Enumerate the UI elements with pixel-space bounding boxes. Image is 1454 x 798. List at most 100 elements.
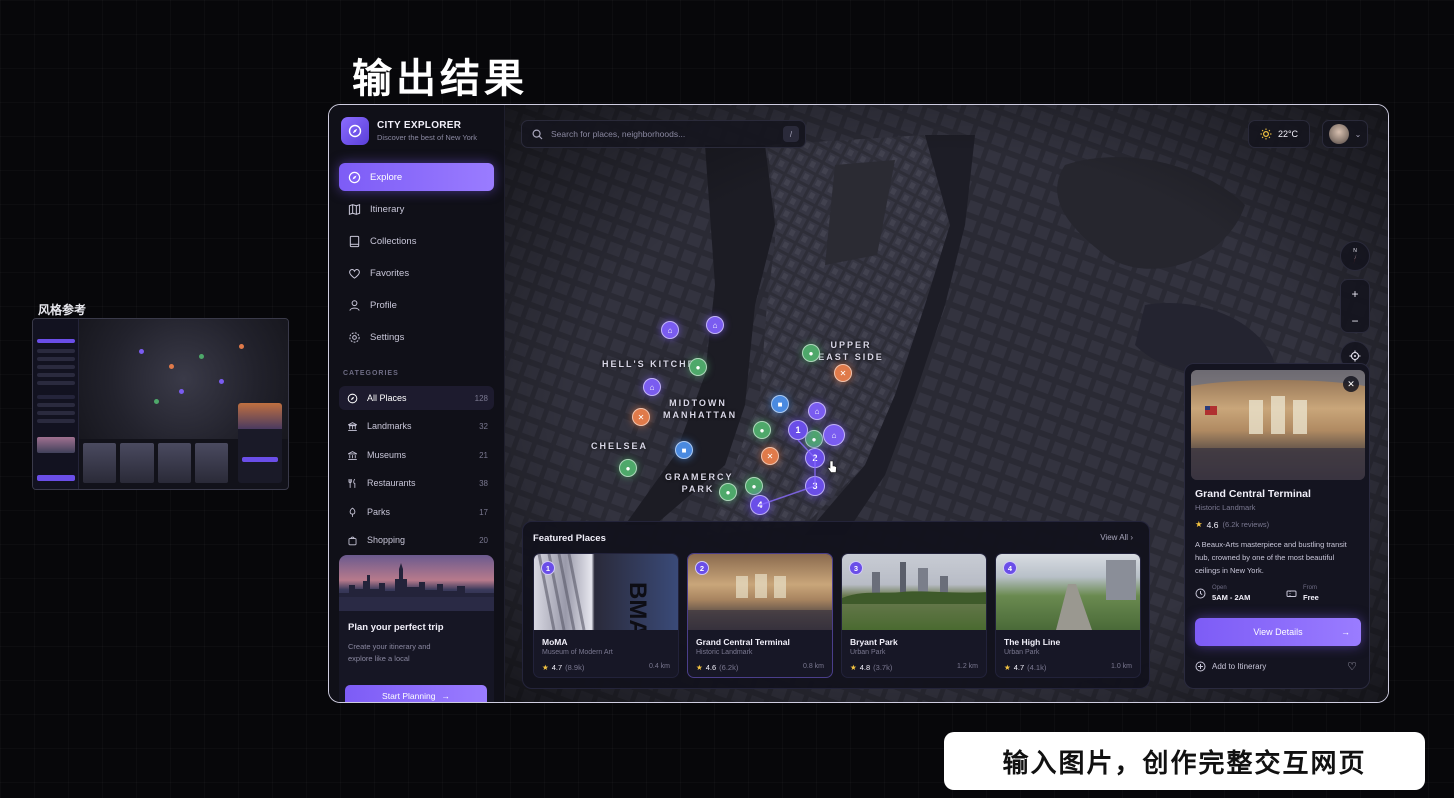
place-card-high-line[interactable]: 4 The High Line Urban Park ★ 4.7 (4.1k) 1.… <box>995 553 1141 678</box>
arrow-right-icon: → <box>1341 627 1350 637</box>
map-pin-number-4[interactable]: 4 <box>750 495 770 515</box>
compass-button[interactable]: N <box>1340 241 1370 271</box>
star-icon: ★ <box>542 663 549 672</box>
place-card-bryant-park[interactable]: 3 Bryant Park Urban Park ★ 4.8 (3.7k) 1.2 … <box>841 553 987 678</box>
cursor-hand-icon <box>827 460 837 473</box>
search-shortcut: / <box>783 126 799 142</box>
map-pin-landmark[interactable]: ⌂ <box>823 424 845 446</box>
map-pin-park[interactable]: ● <box>745 477 763 495</box>
card-type: Historic Landmark <box>696 649 753 656</box>
map-pin-number-2[interactable]: 2 <box>805 448 825 468</box>
brand-title: CITY EXPLORER <box>377 120 462 131</box>
chevron-down-icon: ⌄ <box>1354 129 1362 139</box>
map-pin-number-3[interactable]: 3 <box>805 476 825 496</box>
view-details-button[interactable]: View Details → <box>1195 618 1361 646</box>
favorite-heart-icon[interactable]: ♡ <box>1347 660 1357 673</box>
category-restaurants[interactable]: Restaurants 38 <box>339 471 494 495</box>
user-menu[interactable]: ⌄ <box>1322 120 1368 148</box>
plan-trip-card: Plan your perfect trip Create your itine… <box>339 555 494 702</box>
add-to-itinerary-button[interactable]: Add to Itinerary <box>1195 661 1266 672</box>
map-pin-number-1[interactable]: 1 <box>788 420 808 440</box>
tree-icon: ● <box>808 348 814 358</box>
map-pin-restaurant[interactable]: ✕ <box>834 364 852 382</box>
map-pin-museum[interactable]: ⌂ <box>661 321 679 339</box>
promo-text: Create your itinerary and explore like a… <box>348 642 431 663</box>
search-input[interactable]: Search for places, neighborhoods... <box>551 129 685 139</box>
category-landmarks[interactable]: Landmarks 32 <box>339 414 494 438</box>
card-name: The High Line <box>1004 637 1061 647</box>
review-count: (6.2k) <box>719 663 739 672</box>
review-count: (8.9k) <box>565 663 585 672</box>
card-distance: 0.8 km <box>802 663 824 670</box>
category-museums[interactable]: Museums 21 <box>339 443 494 467</box>
map-pin-restaurant[interactable]: ✕ <box>761 447 779 465</box>
card-number-badge: 1 <box>541 561 555 575</box>
crosshair-icon <box>1349 350 1361 362</box>
gear-icon <box>349 331 360 343</box>
place-card-moma[interactable]: BMA 1 MoMA Museum of Modern Art ★ 4.7 (8.9… <box>533 553 679 678</box>
grand-central-detail-image: ✕ <box>1191 370 1365 480</box>
zoom-controls: + − <box>1340 279 1370 333</box>
start-planning-button[interactable]: Start Planning → <box>345 685 487 702</box>
nav-item-favorites[interactable]: Favorites <box>339 259 494 287</box>
map-pin-park[interactable]: ● <box>802 344 820 362</box>
map-pin-park[interactable]: ● <box>719 483 737 501</box>
zoom-out-button[interactable]: − <box>1341 307 1369 334</box>
landmark-icon <box>347 421 358 431</box>
map-pin-shopping[interactable]: ■ <box>771 395 789 413</box>
map-pin-museum[interactable]: ⌂ <box>808 402 826 420</box>
plus-circle-icon <box>1195 661 1206 672</box>
map-pin-park[interactable]: ● <box>753 421 771 439</box>
nav-item-profile[interactable]: Profile <box>339 291 494 319</box>
weather-widget[interactable]: 22°C <box>1248 120 1310 148</box>
review-count: (6.2k reviews) <box>1222 520 1270 529</box>
place-card-grand-central[interactable]: 2 Grand Central Terminal Historic Landma… <box>687 553 833 678</box>
museum-icon <box>347 450 358 460</box>
nav-item-itinerary[interactable]: Itinerary <box>339 195 494 223</box>
review-count: (3.7k) <box>873 663 893 672</box>
skyline-image <box>339 555 494 611</box>
category-all-places[interactable]: All Places 128 <box>339 386 494 410</box>
nav-item-settings[interactable]: Settings <box>339 323 494 351</box>
sun-icon <box>1260 128 1272 140</box>
map-pin-park[interactable]: ● <box>689 358 707 376</box>
clock-icon <box>1195 588 1206 599</box>
card-name: Grand Central Terminal <box>696 637 790 647</box>
category-label: Museums <box>367 450 407 460</box>
category-shopping[interactable]: Shopping 20 <box>339 528 494 552</box>
brand[interactable]: CITY EXPLORER Discover the best of New Y… <box>341 117 477 145</box>
map-view[interactable]: Search for places, neighborhoods... / 22… <box>505 105 1388 702</box>
view-all-link[interactable]: View All › <box>1100 533 1133 542</box>
detail-title: Grand Central Terminal <box>1195 488 1311 500</box>
compass-icon <box>348 171 361 183</box>
svg-text:N: N <box>1353 248 1357 254</box>
map-pin-shopping[interactable]: ■ <box>675 441 693 459</box>
avatar <box>1328 124 1349 144</box>
search-bar[interactable]: Search for places, neighborhoods... / <box>521 120 806 148</box>
close-button[interactable]: ✕ <box>1343 376 1359 392</box>
search-icon <box>532 128 543 139</box>
reference-label: 风格参考 <box>38 303 87 317</box>
map-label-midtown: MIDTOWN MANHATTAN <box>663 398 738 420</box>
card-rating: ★ 4.7 (4.1k) <box>1004 663 1046 672</box>
rating-value: 4.8 <box>859 663 871 672</box>
zoom-in-button[interactable]: + <box>1341 280 1369 307</box>
tree-icon: ● <box>695 362 701 372</box>
nav-item-explore[interactable]: Explore <box>339 163 494 191</box>
category-label: Parks <box>367 507 391 517</box>
category-count: 20 <box>479 535 488 545</box>
start-planning-label: Start Planning <box>382 691 436 701</box>
book-icon <box>349 235 360 247</box>
app-window: CITY EXPLORER Discover the best of New Y… <box>328 104 1389 703</box>
map-pin-museum[interactable]: ⌂ <box>706 316 724 334</box>
category-parks[interactable]: Parks 17 <box>339 500 494 524</box>
map-pin-museum[interactable]: ⌂ <box>643 378 661 396</box>
map-pin-restaurant[interactable]: ✕ <box>632 408 650 426</box>
map-pin-park[interactable]: ● <box>805 430 823 448</box>
tree-icon: ● <box>725 487 731 497</box>
utensils-icon: ✕ <box>766 451 774 461</box>
nav-item-collections[interactable]: Collections <box>339 227 494 255</box>
map-pin-park[interactable]: ● <box>619 459 637 477</box>
place-detail-panel: ✕ Grand Central Terminal Historic Landma… <box>1184 363 1370 689</box>
landmark-icon: ⌂ <box>831 430 837 440</box>
